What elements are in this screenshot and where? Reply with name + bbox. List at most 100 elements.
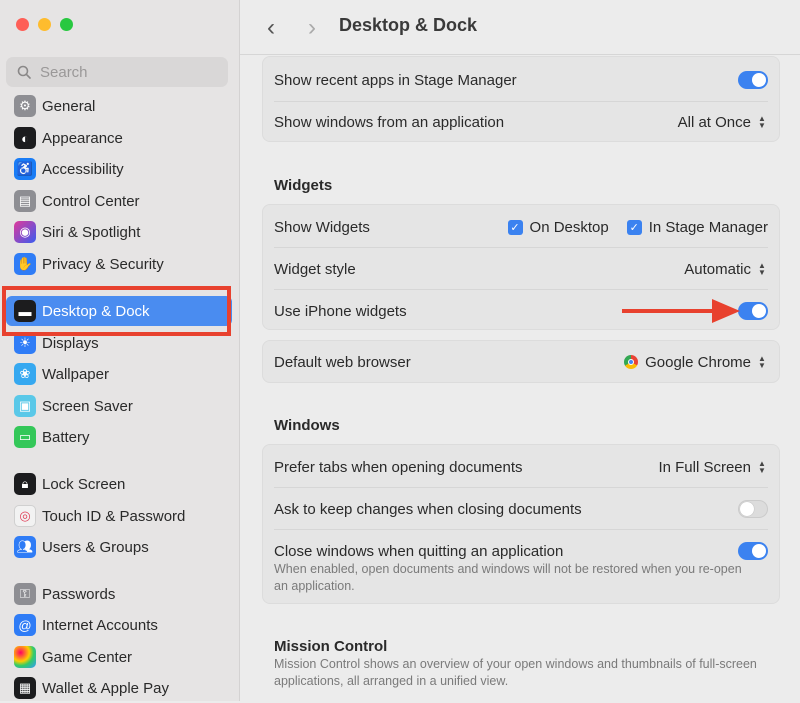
fingerprint-icon: ◎ [14, 505, 36, 527]
search-box[interactable] [6, 57, 228, 87]
sidebar-item-label: Wallet & Apple Pay [42, 679, 170, 697]
lock-icon: 🔒︎ [14, 473, 36, 495]
checkmark-icon: ✓ [626, 219, 642, 235]
sidebar-item-label: Wallpaper [42, 365, 109, 383]
row-label: Default web browser [274, 353, 411, 371]
ask-keep-changes-row: Ask to keep changes when closing documen… [263, 488, 779, 530]
appearance-icon: ◐ [14, 127, 36, 149]
sidebar-item-privacy[interactable]: ✋ Privacy & Security [6, 249, 232, 279]
stage-manager-card: Show recent apps in Stage Manager Show w… [262, 56, 780, 142]
sidebar-item-label: Displays [42, 334, 99, 352]
forward-button[interactable]: › [302, 14, 322, 42]
sidebar-item-label: Accessibility [42, 160, 124, 178]
popup-value: Google Chrome [645, 353, 751, 371]
close-window-button[interactable] [16, 18, 29, 31]
sidebar-item-label: General [42, 97, 96, 115]
mission-control-description: Mission Control shows an overview of you… [274, 657, 757, 688]
game-center-icon [14, 646, 36, 668]
sidebar-item-battery[interactable]: ▭ Battery [6, 422, 232, 452]
updown-chevron-icon: ▲ ▼ [758, 114, 766, 130]
sidebar-item-label: Appearance [42, 129, 123, 147]
back-button[interactable]: ‹ [261, 14, 281, 42]
on-desktop-checkbox[interactable]: ✓ On Desktop [507, 218, 609, 236]
row-label: Show Widgets [274, 218, 370, 236]
prefer-tabs-popup[interactable]: In Full Screen ▲ ▼ [658, 458, 768, 476]
recent-apps-toggle[interactable] [738, 71, 768, 89]
popup-value: All at Once [677, 113, 751, 131]
sidebar-item-accessibility[interactable]: ♿ Accessibility [6, 154, 232, 184]
toolbar: ‹ › Desktop & Dock [240, 0, 800, 55]
widget-style-popup[interactable]: Automatic ▲ ▼ [684, 260, 768, 278]
sidebar-item-appearance[interactable]: ◐ Appearance [6, 123, 232, 153]
users-icon: 👥︎ [14, 536, 36, 558]
minimize-window-button[interactable] [38, 18, 51, 31]
wallet-icon: ▦ [14, 677, 36, 699]
row-label: Show recent apps in Stage Manager [274, 71, 517, 89]
sidebar-item-label: Lock Screen [42, 475, 126, 493]
sidebar-item-general[interactable]: ⚙ General [6, 91, 232, 121]
windows-section-title: Windows [274, 417, 340, 434]
hand-icon: ✋ [14, 253, 36, 275]
show-windows-row: Show windows from an application All at … [263, 101, 779, 143]
sidebar-item-users-groups[interactable]: 👥︎ Users & Groups [6, 532, 232, 562]
siri-icon: ◉ [14, 221, 36, 243]
page-title: Desktop & Dock [339, 15, 478, 35]
sidebar-item-passwords[interactable]: ⚿ Passwords [6, 579, 232, 609]
widget-style-row: Widget style Automatic ▲ ▼ [263, 248, 779, 290]
key-icon: ⚿ [14, 583, 36, 605]
default-browser-row: Default web browser Google Chrome ▲ ▼ [263, 341, 779, 383]
sidebar-item-label: Game Center [42, 648, 133, 666]
sidebar-item-label: Passwords [42, 585, 116, 603]
battery-icon: ▭ [14, 426, 36, 448]
sidebar-item-control-center[interactable]: ▤ Control Center [6, 186, 232, 216]
search-icon [17, 65, 31, 79]
sidebar-item-label: Siri & Spotlight [42, 223, 141, 241]
sidebar-item-wallet[interactable]: ▦ Wallet & Apple Pay [6, 673, 232, 703]
sidebar-item-label: Battery [42, 428, 90, 446]
sidebar-item-siri[interactable]: ◉ Siri & Spotlight [6, 217, 232, 247]
search-input[interactable] [38, 62, 212, 82]
sidebar-item-label: Screen Saver [42, 397, 133, 415]
arrow-icon [622, 299, 740, 323]
row-label: Close windows when quitting an applicati… [274, 542, 564, 560]
popup-value: Automatic [684, 260, 751, 278]
sidebar-item-touch-id[interactable]: ◎ Touch ID & Password [6, 501, 232, 531]
sidebar-item-internet-accounts[interactable]: @ Internet Accounts [6, 610, 232, 640]
gear-icon: ⚙ [14, 95, 36, 117]
sidebar-item-screen-saver[interactable]: ▣ Screen Saver [6, 391, 232, 421]
highlight-box [2, 286, 231, 336]
recent-apps-row: Show recent apps in Stage Manager [263, 59, 779, 101]
sidebar-item-label: Privacy & Security [42, 255, 164, 273]
mission-control-section-title: Mission Control [274, 638, 388, 655]
windows-card: Prefer tabs when opening documents In Fu… [262, 444, 780, 604]
zoom-window-button[interactable] [60, 18, 73, 31]
close-windows-description: When enabled, open documents and windows… [274, 562, 742, 593]
main-pane: ‹ › Desktop & Dock Show recent apps in S… [240, 0, 800, 701]
show-widgets-row: Show Widgets ✓ On Desktop ✓ In Stage Man… [263, 206, 779, 248]
default-browser-popup[interactable]: Google Chrome ▲ ▼ [624, 353, 768, 371]
updown-chevron-icon: ▲ ▼ [758, 354, 766, 370]
checkbox-label: On Desktop [529, 218, 609, 236]
show-widgets-options: ✓ On Desktop ✓ In Stage Manager [507, 218, 768, 236]
browser-card: Default web browser Google Chrome ▲ ▼ [262, 340, 780, 383]
screen-saver-icon: ▣ [14, 395, 36, 417]
sidebar-item-wallpaper[interactable]: ❀ Wallpaper [6, 359, 232, 389]
row-label: Prefer tabs when opening documents [274, 458, 523, 476]
control-center-icon: ▤ [14, 190, 36, 212]
ask-keep-changes-toggle[interactable] [738, 500, 768, 518]
in-stage-manager-checkbox[interactable]: ✓ In Stage Manager [626, 219, 768, 236]
sidebar-item-game-center[interactable]: Game Center [6, 642, 232, 672]
accessibility-icon: ♿ [14, 158, 36, 180]
sidebar-item-label: Control Center [42, 192, 140, 210]
wallpaper-icon: ❀ [14, 363, 36, 385]
show-windows-popup[interactable]: All at Once ▲ ▼ [678, 113, 768, 131]
row-label: Ask to keep changes when closing documen… [274, 500, 582, 518]
sidebar-item-lock-screen[interactable]: 🔒︎ Lock Screen [6, 469, 232, 499]
sidebar-item-label: Touch ID & Password [42, 507, 186, 525]
close-windows-toggle[interactable] [738, 542, 768, 560]
window-controls [16, 18, 73, 31]
widgets-section-title: Widgets [274, 177, 333, 194]
sidebar-item-label: Users & Groups [42, 538, 149, 556]
prefer-tabs-row: Prefer tabs when opening documents In Fu… [263, 446, 779, 488]
iphone-widgets-toggle[interactable] [738, 302, 768, 320]
